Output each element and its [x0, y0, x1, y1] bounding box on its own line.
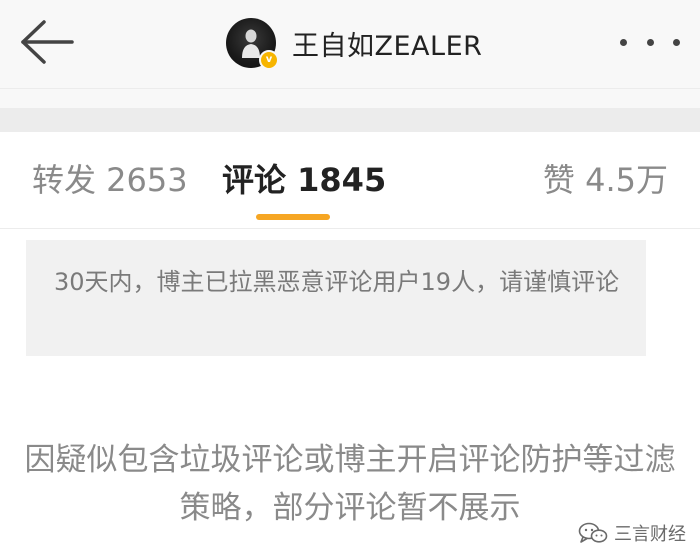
- more-options-button[interactable]: [620, 30, 680, 54]
- tab-comments[interactable]: 评论 1845: [222, 160, 386, 200]
- tab-bar: 转发 2653 评论 1845 赞 4.5万: [0, 132, 700, 228]
- top-bar: v 王自如ZEALER: [0, 0, 700, 88]
- tabs-divider: [0, 228, 700, 229]
- more-dots-icon: [620, 38, 627, 46]
- filtered-comments-message: 因疑似包含垃圾评论或博主开启评论防护等过滤策略，部分评论暂不展示: [12, 436, 688, 532]
- more-dots-icon: [673, 38, 680, 46]
- active-tab-indicator: [256, 214, 330, 220]
- tab-likes[interactable]: 赞 4.5万: [543, 160, 668, 200]
- back-button[interactable]: [14, 14, 80, 70]
- tab-reposts[interactable]: 转发 2653: [32, 160, 188, 200]
- profile-header[interactable]: v 王自如ZEALER: [226, 16, 482, 70]
- watermark: 三言财经: [578, 520, 686, 546]
- header-divider: [0, 88, 700, 109]
- section-separator: [0, 108, 700, 132]
- filtered-comments-text: 因疑似包含垃圾评论或博主开启评论防护等过滤策略，部分评论暂不展示: [24, 442, 676, 526]
- arrow-left-icon: [21, 20, 74, 64]
- wechat-icon: [578, 522, 608, 543]
- block-notice: 30天内，博主已拉黑恶意评论用户19人，请谨慎评论: [26, 240, 646, 356]
- verified-badge-icon: v: [259, 50, 279, 70]
- avatar[interactable]: v: [226, 18, 279, 70]
- avatar-portrait: [242, 29, 260, 58]
- profile-name[interactable]: 王自如ZEALER: [292, 24, 482, 63]
- watermark-text: 三言财经: [614, 524, 686, 545]
- block-notice-text: 30天内，博主已拉黑恶意评论用户19人，请谨慎评论: [54, 268, 620, 296]
- more-dots-icon: [646, 38, 654, 46]
